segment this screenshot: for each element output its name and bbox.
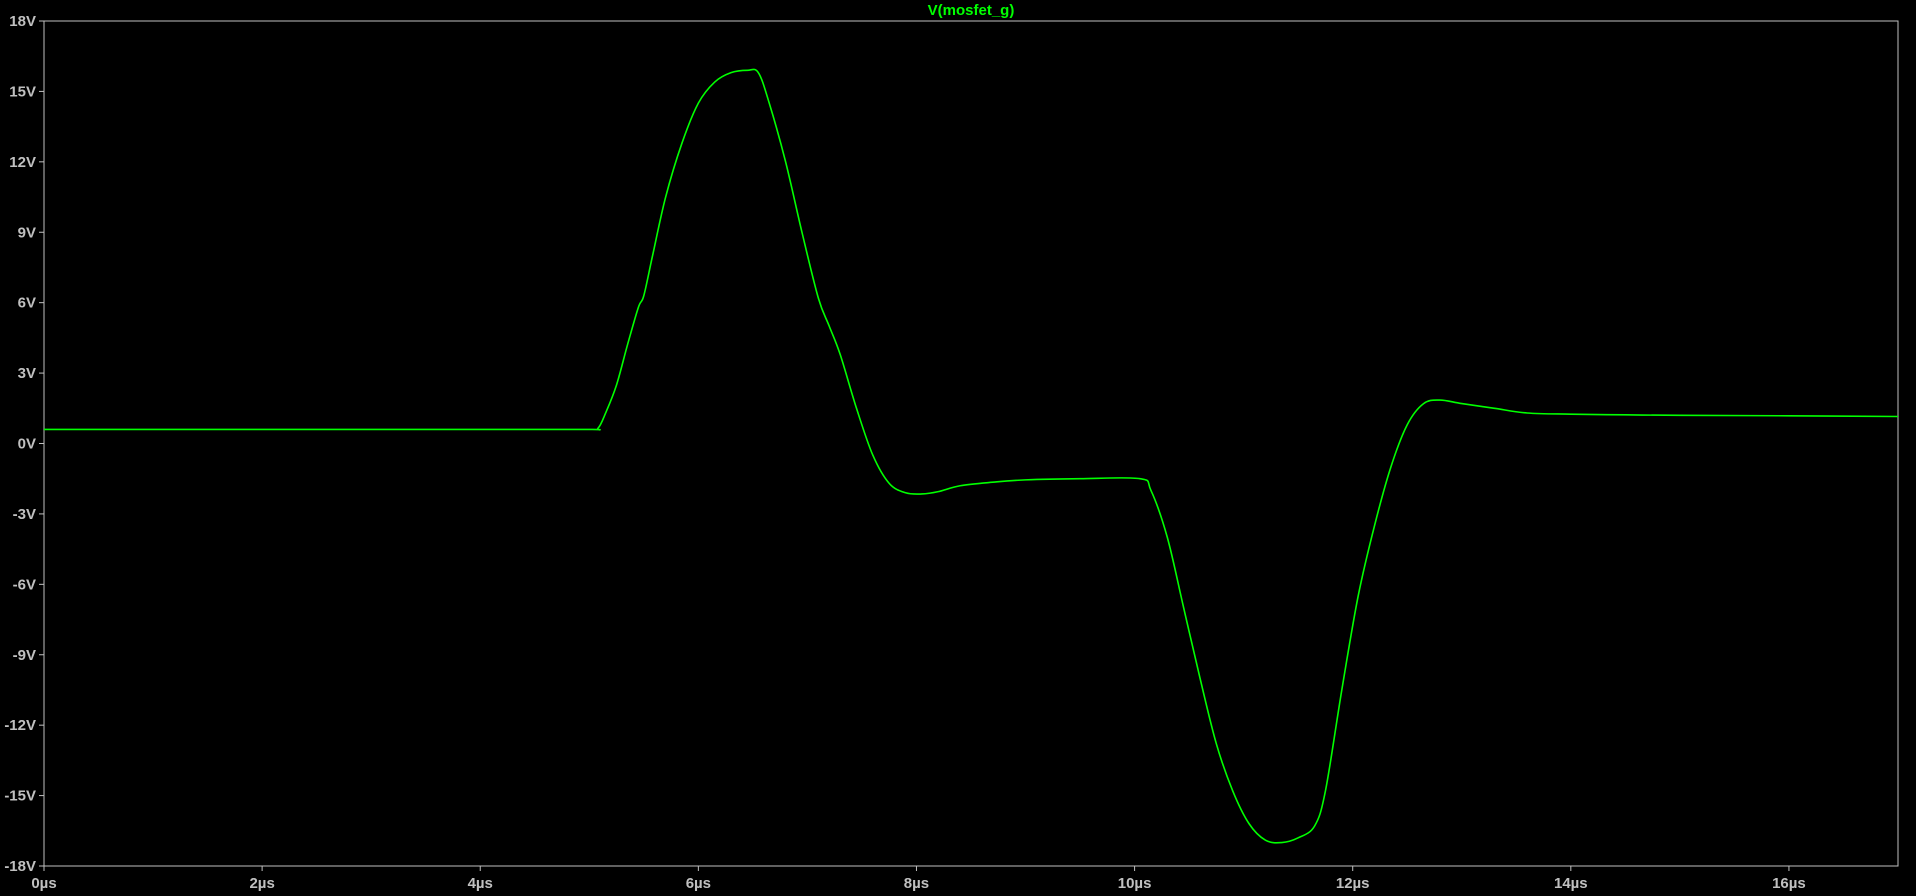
x-tick-label: 2µs [249, 875, 274, 892]
waveform-chart[interactable]: 18V 15V 12V 9V 6V 3V 0V -3V -6V -9V -12V -15V -18V 0… [0, 0, 1916, 896]
y-tick-label: 6V [18, 295, 36, 312]
plot-frame [43, 20, 1899, 867]
y-tick-label: 15V [9, 83, 36, 100]
y-tick-label: -12V [4, 717, 36, 734]
y-tick-label: -6V [13, 576, 36, 593]
trace-v-mosfet-g[interactable] [43, 68, 1899, 844]
y-tick-label: 12V [9, 154, 36, 171]
y-tick-label: 3V [18, 365, 36, 382]
y-tick-label: 0V [18, 436, 36, 453]
x-tick-label: 8µs [904, 875, 929, 892]
waveform-plot[interactable]: 18V 15V 12V 9V 6V 3V 0V -3V -6V -9V -12V -15V -18V 0… [0, 0, 1916, 896]
x-tick-label: 4µs [468, 875, 493, 892]
y-tick-label: -3V [13, 506, 36, 523]
x-tick-label: 16µs [1772, 875, 1806, 892]
y-axis-ticks: 18V 15V 12V 9V 6V 3V 0V -3V -6V -9V -12V -15V -18V [4, 13, 44, 875]
x-tick-label: 0µs [31, 875, 56, 892]
x-tick-label: 10µs [1118, 875, 1152, 892]
y-tick-label: -9V [13, 647, 36, 664]
y-tick-label: -15V [4, 788, 36, 805]
x-tick-label: 12µs [1336, 875, 1370, 892]
y-tick-label: 18V [9, 13, 36, 30]
x-tick-label: 6µs [686, 875, 711, 892]
x-axis-ticks: 0µs 2µs 4µs 6µs 8µs 10µs 12µs 14µs 16µs [31, 866, 1806, 892]
y-tick-label: 9V [18, 224, 36, 241]
trace-name-label[interactable]: V(mosfet_g) [928, 2, 1015, 19]
y-tick-label: -18V [4, 858, 36, 875]
x-tick-label: 14µs [1554, 875, 1588, 892]
